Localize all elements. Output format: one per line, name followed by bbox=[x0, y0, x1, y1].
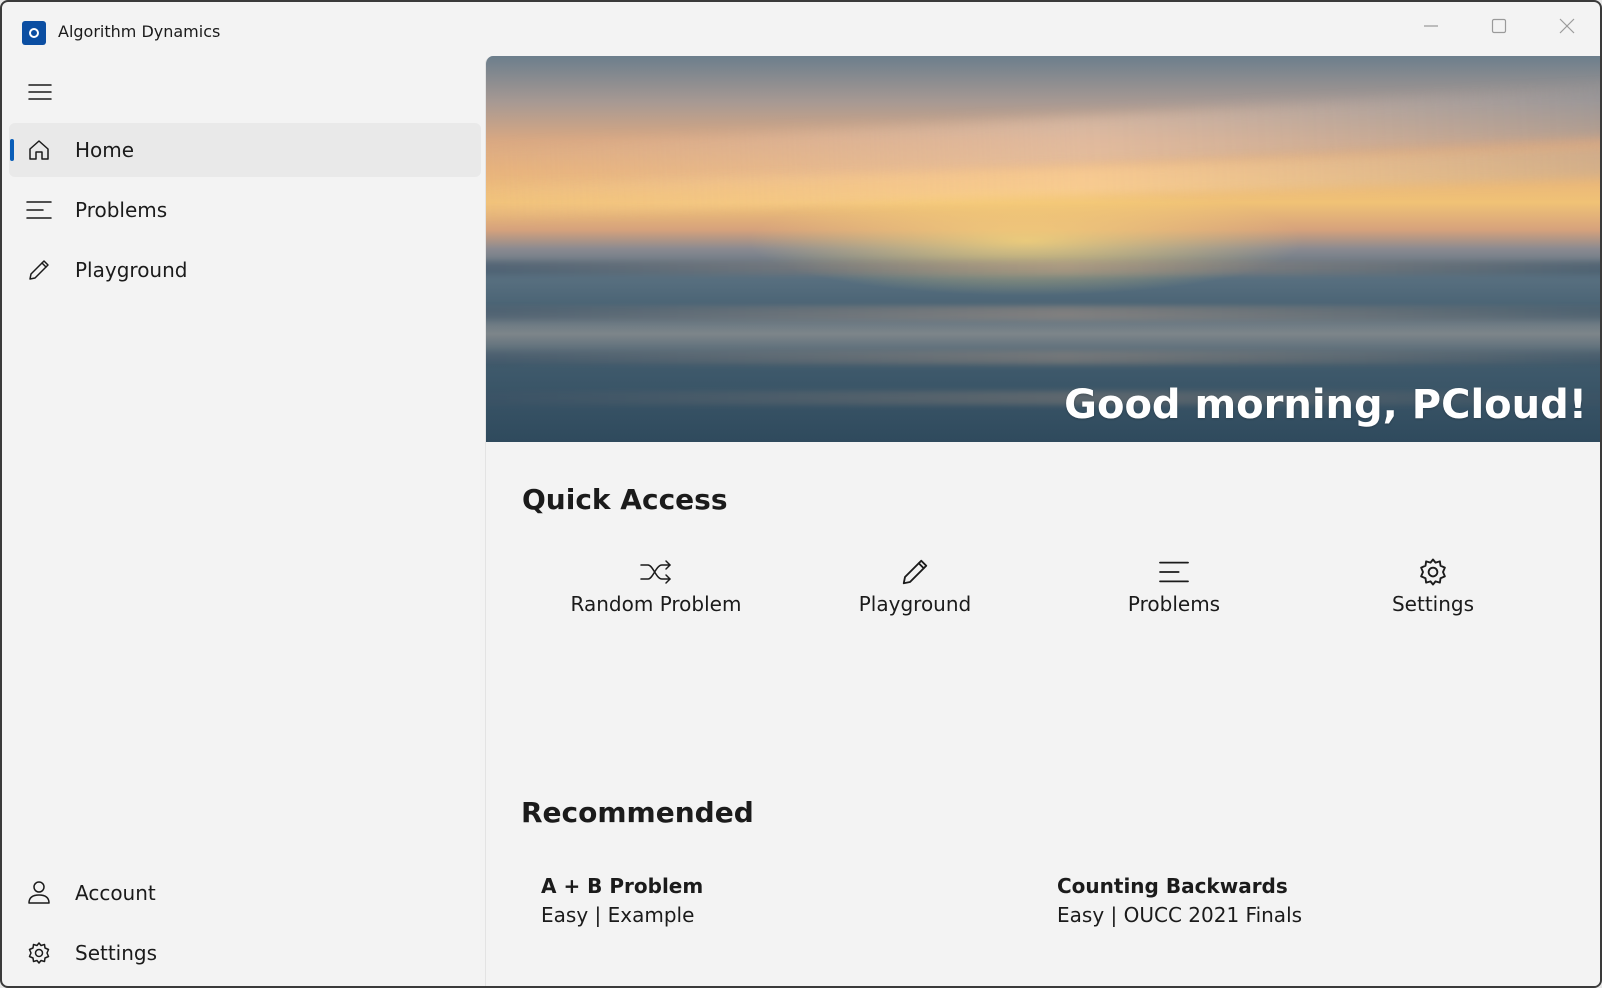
shuffle-icon bbox=[638, 556, 674, 588]
nav-toggle-button[interactable] bbox=[18, 74, 62, 110]
minimize-button[interactable] bbox=[1397, 2, 1465, 50]
list-icon bbox=[26, 197, 52, 223]
hero-wave bbox=[486, 306, 1600, 320]
quick-access-playground[interactable]: Playground bbox=[785, 556, 1045, 636]
recommended-item[interactable]: Counting Backwards Easy | OUCC 2021 Fina… bbox=[1057, 874, 1302, 927]
title-bar[interactable]: Algorithm Dynamics bbox=[2, 2, 1600, 58]
pencil-icon bbox=[26, 257, 52, 283]
person-icon bbox=[26, 880, 52, 906]
quick-access-label: Playground bbox=[858, 592, 972, 616]
recommended-item-subtitle: Easy | OUCC 2021 Finals bbox=[1057, 903, 1303, 927]
gear-icon bbox=[26, 940, 52, 966]
pencil-icon bbox=[897, 556, 933, 588]
nav-item-playground[interactable]: Playground bbox=[9, 243, 481, 297]
recommended-item-title: A + B Problem bbox=[541, 874, 704, 898]
nav-item-label: Problems bbox=[75, 198, 168, 222]
nav-item-problems[interactable]: Problems bbox=[9, 183, 481, 237]
nav-item-label: Settings bbox=[75, 941, 158, 965]
hero-sun-glow bbox=[746, 186, 1306, 296]
main-content: Good morning, PCloud! bbox=[485, 56, 1600, 986]
recommended-item-subtitle: Easy | Example bbox=[541, 903, 695, 927]
app-window: Algorithm Dynamics Home Problems Playgro… bbox=[0, 0, 1602, 988]
app-logo-icon bbox=[22, 21, 46, 45]
close-button[interactable] bbox=[1533, 2, 1600, 50]
maximize-icon bbox=[1491, 18, 1507, 34]
hero-wave bbox=[486, 261, 1600, 275]
quick-access-label: Random Problem bbox=[570, 592, 742, 616]
app-title: Algorithm Dynamics bbox=[58, 22, 221, 41]
quick-access-problems[interactable]: Problems bbox=[1044, 556, 1304, 636]
recommended-heading: Recommended bbox=[521, 796, 754, 829]
recommended-item[interactable]: A + B Problem Easy | Example bbox=[541, 874, 703, 927]
nav-item-label: Home bbox=[75, 138, 135, 162]
quick-access-random-problem[interactable]: Random Problem bbox=[526, 556, 786, 636]
hamburger-menu-icon bbox=[28, 84, 52, 100]
home-icon bbox=[26, 137, 52, 163]
nav-item-account[interactable]: Account bbox=[9, 866, 481, 920]
gear-icon bbox=[1415, 556, 1451, 588]
greeting-text: Good morning, PCloud! bbox=[1064, 382, 1587, 428]
hero-wave bbox=[486, 351, 1600, 365]
maximize-button[interactable] bbox=[1465, 2, 1533, 50]
nav-item-label: Account bbox=[75, 881, 156, 905]
list-icon bbox=[1156, 556, 1192, 588]
quick-access-label: Settings bbox=[1391, 592, 1475, 616]
quick-access-label: Problems bbox=[1127, 592, 1221, 616]
quick-access-heading: Quick Access bbox=[522, 483, 728, 516]
minimize-icon bbox=[1424, 25, 1438, 27]
selection-indicator bbox=[10, 139, 14, 161]
quick-access-settings[interactable]: Settings bbox=[1303, 556, 1563, 636]
hero-banner: Good morning, PCloud! bbox=[486, 56, 1600, 442]
nav-item-label: Playground bbox=[75, 258, 188, 282]
close-icon bbox=[1559, 18, 1575, 34]
nav-item-settings[interactable]: Settings bbox=[9, 926, 481, 980]
nav-item-home[interactable]: Home bbox=[9, 123, 481, 177]
recommended-item-title: Counting Backwards bbox=[1057, 874, 1288, 898]
